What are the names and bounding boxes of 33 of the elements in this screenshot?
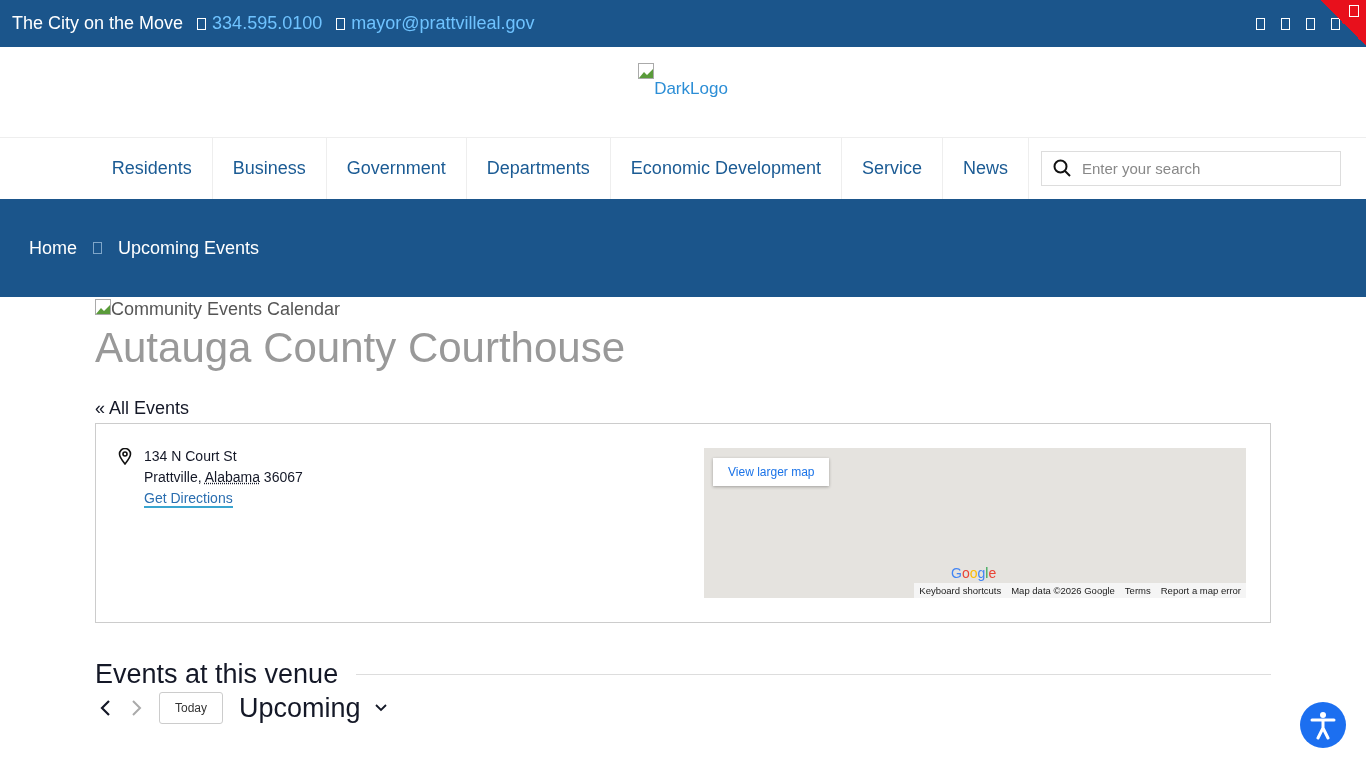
today-button[interactable]: Today (159, 692, 224, 724)
map[interactable]: View larger map Google Keyboard shortcuts Map data ©2026 Google Terms Report a map error (704, 448, 1246, 598)
breadcrumb-link[interactable]: Upcoming Events (118, 237, 260, 259)
map-logo: Google (951, 565, 997, 581)
map-attribution-link[interactable]: Map data ©2026 Google (1006, 583, 1120, 598)
logo-alt-text[interactable]: DarkLogo (654, 79, 728, 99)
image-alt-text: Community Events Calendar (111, 299, 341, 320)
city-state-zip: Prattville, Alabama 36067 (144, 469, 303, 485)
tagline: The City on the Move (12, 13, 184, 34)
search-icon (1053, 159, 1071, 177)
directions-link[interactable]: Get Directions (144, 490, 233, 508)
map-attribution-link[interactable]: Terms (1119, 583, 1156, 598)
search-field[interactable]: Enter your search (1041, 151, 1341, 186)
section-heading: Events at this venue (95, 659, 339, 690)
map-attribution-link[interactable]: Keyboard shortcuts (914, 583, 1007, 598)
corner-ribbon[interactable] (1320, 0, 1366, 46)
street-address: 134 N Court St (144, 448, 238, 464)
view-selector[interactable]: Upcoming (235, 692, 391, 724)
all-events-link[interactable]: « All Events (95, 398, 1271, 419)
email-link[interactable]: mayor@prattvilleal.gov (351, 13, 535, 34)
phone-link[interactable]: 334.595.0100 (212, 13, 323, 34)
broken-image-icon (95, 299, 111, 315)
broken-image-icon (638, 63, 655, 79)
chevron-left-icon (99, 699, 111, 717)
breadcrumb-link[interactable]: Home (29, 237, 77, 259)
accessibility-button[interactable] (1300, 702, 1346, 748)
location-pin-icon (118, 448, 132, 465)
view-larger-map-button[interactable]: View larger map (713, 458, 830, 486)
chevron-right-icon (131, 699, 143, 717)
map-attribution-link[interactable]: Report a map error (1155, 583, 1246, 598)
caret-icon (374, 704, 387, 712)
accessibility-icon (1308, 710, 1338, 740)
venue-title: Autauga County Courthouse (95, 324, 627, 372)
